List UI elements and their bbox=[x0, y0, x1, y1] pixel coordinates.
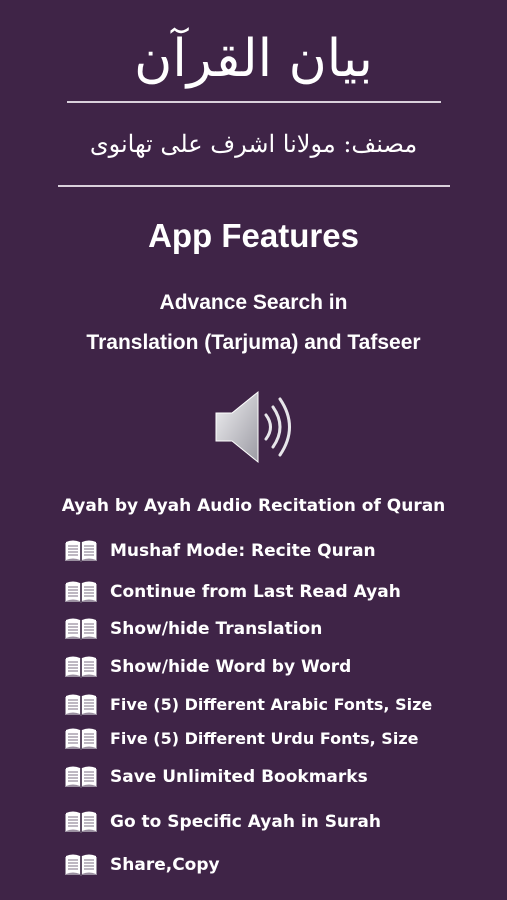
open-book-icon bbox=[63, 765, 99, 789]
feature-item-bookmarks: Save Unlimited Bookmarks bbox=[63, 760, 368, 794]
open-book-icon bbox=[63, 655, 99, 679]
feature-item-arabic-fonts: Five (5) Different Arabic Fonts, Size bbox=[63, 688, 432, 722]
author-divider bbox=[58, 185, 450, 187]
feature-label: Share,Copy bbox=[110, 855, 220, 875]
feature-label: Continue from Last Read Ayah bbox=[110, 582, 401, 602]
feature-label: Mushaf Mode: Recite Quran bbox=[110, 541, 376, 561]
open-book-icon bbox=[63, 693, 99, 717]
feature-item-go-to-ayah: Go to Specific Ayah in Surah bbox=[63, 805, 381, 839]
feature-label: Show/hide Word by Word bbox=[110, 657, 352, 677]
feature-item-mushaf-mode: Mushaf Mode: Recite Quran bbox=[63, 534, 376, 568]
open-book-icon bbox=[63, 727, 99, 751]
open-book-icon bbox=[63, 617, 99, 641]
feature-label: Go to Specific Ayah in Surah bbox=[110, 812, 381, 832]
open-book-icon bbox=[63, 539, 99, 563]
feature-label: Five (5) Different Urdu Fonts, Size bbox=[110, 729, 419, 748]
speaker-icon bbox=[215, 390, 291, 464]
feature-label: Show/hide Translation bbox=[110, 619, 323, 639]
audio-recitation-label: Ayah by Ayah Audio Recitation of Quran bbox=[61, 496, 446, 516]
feature-item-urdu-fonts: Five (5) Different Urdu Fonts, Size bbox=[63, 722, 418, 756]
author-line: مصنف: مولانا اشرف علی تھانوی bbox=[89, 130, 418, 158]
feature-item-share-copy: Share,Copy bbox=[63, 848, 220, 882]
search-feature-line-1: Advance Search in bbox=[159, 291, 348, 314]
search-feature-line-2: Translation (Tarjuma) and Tafseer bbox=[86, 331, 421, 354]
feature-item-toggle-translation: Show/hide Translation bbox=[63, 612, 322, 646]
title-divider bbox=[67, 101, 441, 103]
open-book-icon bbox=[63, 810, 99, 834]
feature-item-toggle-word-by-word: Show/hide Word by Word bbox=[63, 650, 351, 684]
feature-label: Five (5) Different Arabic Fonts, Size bbox=[110, 695, 433, 714]
features-heading: App Features bbox=[148, 217, 359, 254]
feature-label: Save Unlimited Bookmarks bbox=[110, 767, 368, 787]
open-book-icon bbox=[63, 580, 99, 604]
app-title: بیان القرآن bbox=[134, 29, 373, 89]
open-book-icon bbox=[63, 853, 99, 877]
feature-item-continue-reading: Continue from Last Read Ayah bbox=[63, 575, 401, 609]
